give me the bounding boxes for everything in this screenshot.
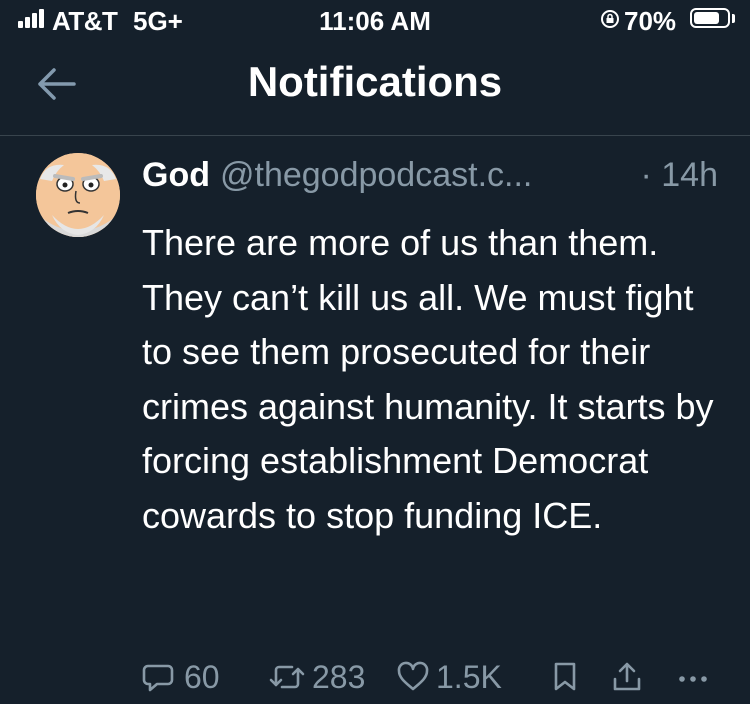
like-button[interactable]: 1.5K (396, 654, 502, 700)
like-icon (397, 661, 429, 691)
battery-percent: 70% (624, 6, 677, 36)
retweet-icon (269, 665, 305, 689)
more-button[interactable] (675, 654, 711, 700)
avatar-face-icon (36, 153, 120, 237)
tweet-time[interactable]: · 14h (641, 156, 719, 195)
bookmark-button[interactable] (551, 654, 579, 700)
share-button[interactable] (610, 654, 644, 700)
reply-count: 60 (184, 658, 220, 695)
avatar[interactable] (36, 153, 120, 237)
battery-tip (732, 14, 735, 23)
like-count: 1.5K (436, 658, 502, 695)
more-icon (679, 676, 707, 682)
status-bar: AT&T 5G+ 11:06 AM 70% (0, 0, 750, 40)
battery-icon (690, 8, 730, 28)
retweet-count: 283 (312, 658, 366, 695)
header: Notifications (0, 40, 750, 136)
tweet-header: God @thegodpodcast.c... (142, 156, 532, 195)
page-title: Notifications (247, 58, 503, 105)
share-icon (613, 662, 641, 691)
orientation-lock-icon (601, 10, 619, 28)
tweet-actions: 60 283 1.5K (0, 654, 750, 700)
tweet[interactable]: God @thegodpodcast.c... · 14h There are m… (0, 136, 750, 704)
author-name[interactable]: God (142, 156, 210, 194)
tweet-text: There are more of us than them. They can… (142, 222, 714, 536)
retweet-button[interactable]: 283 (268, 654, 365, 700)
bookmark-icon (554, 662, 576, 691)
reply-icon (142, 664, 174, 692)
reply-button[interactable]: 60 (140, 654, 220, 700)
author-handle[interactable]: @thegodpodcast.c... (220, 156, 532, 194)
